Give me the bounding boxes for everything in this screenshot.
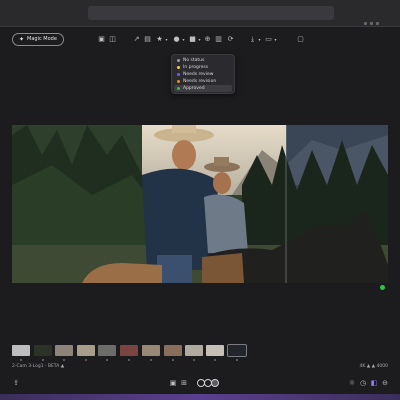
status-option-label: Needs revision bbox=[183, 79, 217, 84]
status-dot-icon bbox=[177, 87, 180, 90]
chevron-down-icon[interactable]: ▾ bbox=[271, 35, 280, 44]
thumbnail-dot bbox=[150, 359, 152, 361]
status-option-no-status[interactable]: No status bbox=[174, 57, 232, 64]
status-option-in-progress[interactable]: In progress bbox=[174, 64, 232, 71]
thumbnail-dot bbox=[42, 359, 44, 361]
thumbnail[interactable] bbox=[77, 345, 95, 356]
aspect-icon[interactable]: ▣ bbox=[169, 379, 177, 387]
brightness-icon[interactable]: ☼ bbox=[348, 379, 356, 387]
status-option-needs-review[interactable]: Needs review bbox=[174, 71, 232, 78]
gallery-icon[interactable]: ▤ bbox=[143, 35, 152, 44]
more-icon[interactable]: ⊖ bbox=[381, 379, 389, 387]
thumbnail-dot bbox=[20, 359, 22, 361]
thumbnail-dot bbox=[193, 359, 195, 361]
frame-image bbox=[12, 125, 388, 283]
resolution-info[interactable]: 4K ▲ ▲ 4000 bbox=[360, 364, 388, 369]
main-toolbar: ✦ Magic Mode ▣ ◫ ↗ ▤ ★ ▾ ● ▾ ■ ▾ ⊕ ▥ ⟳ ⤓… bbox=[0, 30, 400, 50]
magic-mode-label: Magic Mode bbox=[27, 36, 57, 42]
window-controls[interactable] bbox=[364, 10, 386, 25]
thumbnail[interactable] bbox=[55, 345, 73, 356]
frame-icon[interactable]: ▣ bbox=[97, 35, 106, 44]
upload-icon[interactable]: ⇪ bbox=[12, 379, 20, 387]
thumbnail[interactable] bbox=[206, 345, 224, 356]
status-dot-icon bbox=[177, 66, 180, 69]
accent-strip bbox=[0, 394, 400, 400]
magic-wand-icon: ✦ bbox=[19, 36, 25, 43]
status-dropdown: No status In progress Needs review Needs… bbox=[171, 54, 235, 94]
thumbnail-dot bbox=[236, 359, 238, 361]
image-viewer[interactable] bbox=[12, 125, 388, 283]
plus-icon[interactable]: ⊕ bbox=[203, 35, 212, 44]
status-dot-icon bbox=[177, 73, 180, 76]
status-option-approved[interactable]: Approved bbox=[174, 85, 232, 92]
thumbnail[interactable] bbox=[142, 345, 160, 356]
split-view-icon[interactable]: ◫ bbox=[108, 35, 117, 44]
thumbnail[interactable] bbox=[34, 345, 52, 356]
compare-icon[interactable]: ◧ bbox=[370, 379, 378, 387]
thumbnail-dot bbox=[214, 359, 216, 361]
address-bar[interactable] bbox=[88, 6, 334, 20]
share-icon[interactable]: ↗ bbox=[132, 35, 141, 44]
thumbnail[interactable] bbox=[12, 345, 30, 356]
clip-info: 2-Cam 3-Log1 · BETA ▲ bbox=[12, 364, 65, 369]
thumbnail[interactable] bbox=[98, 345, 116, 356]
time-icon[interactable]: ◷ bbox=[359, 379, 367, 387]
thumbnail[interactable] bbox=[185, 345, 203, 356]
filmstrip bbox=[12, 343, 252, 361]
status-dot-icon bbox=[177, 59, 180, 62]
thumbnail-selected[interactable] bbox=[227, 344, 247, 357]
refresh-icon[interactable]: ⟳ bbox=[226, 35, 235, 44]
thumbnail[interactable] bbox=[120, 345, 138, 356]
status-dot-icon bbox=[177, 80, 180, 83]
status-option-label: In progress bbox=[183, 65, 209, 70]
title-bar bbox=[0, 0, 400, 27]
bottom-toolbar: ⇪ ▣ ⊞ ☼ ◷ ◧ ⊖ bbox=[0, 376, 400, 391]
status-option-label: No status bbox=[183, 58, 205, 63]
chevron-down-icon[interactable]: ▾ bbox=[179, 35, 188, 44]
approved-indicator bbox=[380, 285, 385, 290]
playback-control-3[interactable] bbox=[211, 379, 219, 387]
thumbnail-dot bbox=[128, 359, 130, 361]
status-option-label: Approved bbox=[183, 86, 205, 91]
chevron-down-icon[interactable]: ▾ bbox=[162, 35, 171, 44]
thumbnail-dot bbox=[106, 359, 108, 361]
status-option-needs-revision[interactable]: Needs revision bbox=[174, 78, 232, 85]
thumbnail-dot bbox=[172, 359, 174, 361]
comment-icon[interactable]: ▢ bbox=[296, 35, 305, 44]
thumbnail-dot bbox=[85, 359, 87, 361]
thumbnail-dot bbox=[63, 359, 65, 361]
status-option-label: Needs review bbox=[183, 72, 214, 77]
trash-icon[interactable]: ▥ bbox=[214, 35, 223, 44]
chevron-down-icon[interactable]: ▾ bbox=[255, 35, 264, 44]
thumbnail[interactable] bbox=[164, 345, 182, 356]
magic-mode-button[interactable]: ✦ Magic Mode bbox=[12, 33, 64, 46]
crop-icon[interactable]: ⊞ bbox=[180, 379, 188, 387]
